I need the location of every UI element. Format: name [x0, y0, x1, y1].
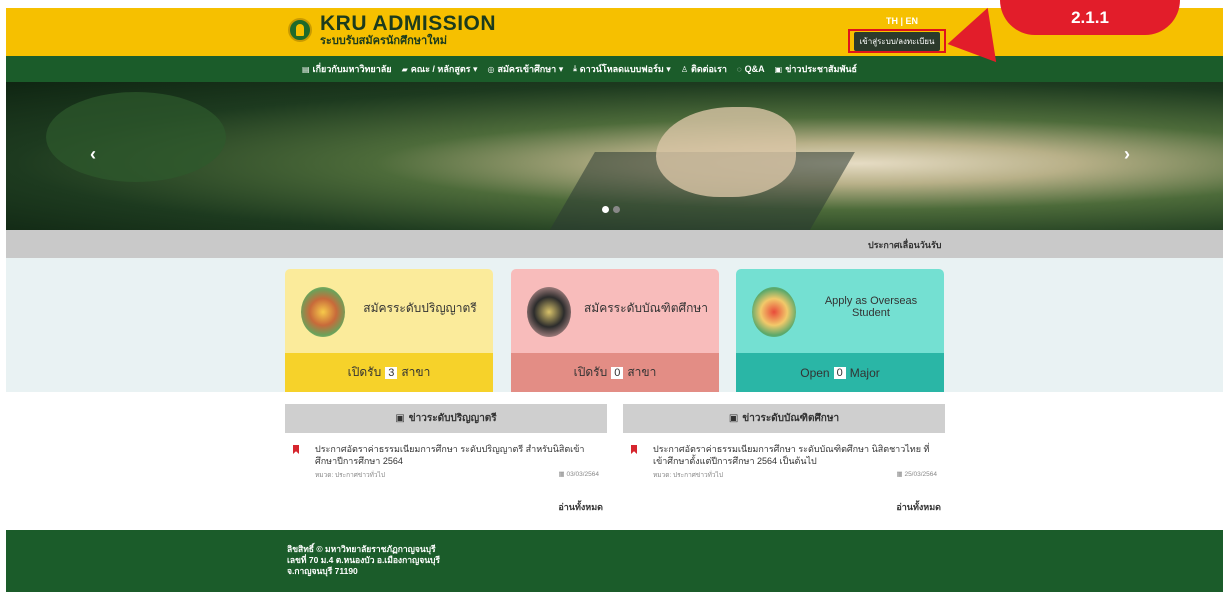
nav-label: ดาวน์โหลดแบบฟอร์ม ▾	[579, 64, 671, 74]
footer-address: ลิขสิทธิ์ © มหาวิทยาลัยราชภัฏกาญจนบุรี เ…	[287, 544, 440, 577]
login-highlight-box: เข้าสู่ระบบ/ลงทะเบียน	[848, 29, 946, 53]
nav-item-about[interactable]: ▤ เกี่ยวกับมหาวิทยาลัย	[302, 62, 392, 76]
news-section: ▣ ข่าวระดับปริญญาตรี ประกาศอัตราค่าธรรมเ…	[6, 392, 1223, 530]
major-count: 3	[385, 366, 398, 379]
card-footer: Open 0 Major	[736, 353, 944, 392]
news-category: หมวด: ประกาศข่าวทั่วไป	[315, 472, 385, 479]
nav-item-faculty[interactable]: ▰ คณะ / หลักสูตร ▾	[402, 62, 478, 76]
page-frame: KRU ADMISSION ระบบรับสมัครนักศึกษาใหม่ T…	[6, 8, 1223, 592]
major-label: Major	[849, 365, 880, 380]
apply-graduate-card[interactable]: สมัครระดับบัณฑิตศึกษา เปิดรับ 0 สาขา	[511, 269, 719, 392]
list-icon: ▤	[301, 64, 310, 74]
news-category: หมวด: ประกาศข่าวทั่วไป	[653, 472, 723, 479]
nav-label: ติดต่อเรา	[690, 64, 727, 74]
brand-title: KRU ADMISSION	[320, 12, 497, 35]
copyright-line: ลิขสิทธิ์ © มหาวิทยาลัยราชภัฏกาญจนบุรี	[287, 544, 436, 554]
carousel-indicators	[602, 206, 620, 213]
nav-item-contact[interactable]: ♙ ติดต่อเรา	[681, 62, 727, 76]
overseas-illustration-icon	[752, 287, 796, 337]
apply-overseas-card[interactable]: Apply as Overseas Student Open 0 Major	[736, 269, 944, 392]
carousel-dot[interactable]	[613, 206, 620, 213]
bookmark-icon	[631, 445, 637, 454]
news-meta: หมวด: ประกาศข่าวทั่วไป ▦ 03/03/2564	[315, 470, 599, 480]
hero-plant-decoration	[46, 92, 226, 182]
open-label: Open	[800, 365, 830, 380]
major-label: สาขา	[627, 365, 657, 379]
carousel-next-icon[interactable]: ›	[1124, 144, 1130, 165]
news-heading-label: ข่าวระดับบัณฑิตศึกษา	[742, 413, 840, 424]
announcement-bar: ประกาศเลื่อนวันรับ	[6, 230, 1223, 258]
news-date: ▦ 25/03/2564	[897, 470, 938, 480]
contact-icon: ♙	[680, 64, 688, 74]
language-switcher[interactable]: TH | EN	[886, 16, 918, 26]
news-column-graduate: ▣ ข่าวระดับบัณฑิตศึกษา ประกาศอัตราค่าธรร…	[623, 404, 945, 512]
news-icon: ▣	[728, 413, 739, 424]
card-header: Apply as Overseas Student	[736, 269, 944, 353]
nav-label: Q&A	[744, 64, 765, 74]
carousel-prev-icon[interactable]: ‹	[90, 144, 96, 165]
card-header: สมัครระดับบัณฑิตศึกษา	[511, 269, 719, 353]
news-item: ประกาศอัตราค่าธรรมเนียมการศึกษา ระดับปริ…	[285, 433, 607, 480]
brand[interactable]: KRU ADMISSION ระบบรับสมัครนักศึกษาใหม่	[288, 13, 496, 47]
open-label: เปิดรับ	[573, 365, 608, 379]
announcement-text[interactable]: ประกาศเลื่อนวันรับ	[868, 238, 942, 252]
footer: ลิขสิทธิ์ © มหาวิทยาลัยราชภัฏกาญจนบุรี เ…	[6, 530, 1223, 592]
bachelor-illustration-icon	[301, 287, 345, 337]
news-title-link[interactable]: ประกาศอัตราค่าธรรมเนียมการศึกษา ระดับบัณ…	[653, 443, 937, 467]
apply-bachelor-card[interactable]: สมัครระดับปริญญาตรี เปิดรับ 3 สาขา	[285, 269, 493, 392]
news-meta: หมวด: ประกาศข่าวทั่วไป ▦ 25/03/2564	[653, 470, 937, 480]
card-footer: เปิดรับ 0 สาขา	[511, 353, 719, 392]
nav-item-qa[interactable]: ◌ Q&A	[737, 64, 765, 74]
download-icon: ⤓	[573, 64, 577, 73]
apply-icon: ◎	[487, 64, 495, 74]
read-all-link[interactable]: อ่านทั้งหมด	[896, 500, 941, 514]
graduate-illustration-icon	[527, 287, 571, 337]
card-header: สมัครระดับปริญญาตรี	[285, 269, 493, 353]
read-all-link[interactable]: อ่านทั้งหมด	[558, 500, 603, 514]
news-date: ▦ 03/03/2564	[559, 470, 600, 480]
annotation-callout: 2.1.1	[1000, 0, 1180, 35]
province-line: จ.กาญจนบุรี 71190	[287, 566, 358, 576]
major-count: 0	[833, 366, 846, 379]
news-heading: ▣ ข่าวระดับบัณฑิตศึกษา	[623, 404, 945, 433]
card-title: Apply as Overseas Student	[824, 295, 918, 319]
news-icon: ▣	[395, 413, 405, 424]
news-item: ประกาศอัตราค่าธรรมเนียมการศึกษา ระดับบัณ…	[623, 433, 945, 480]
university-logo-icon	[288, 18, 312, 42]
news-date-value: 03/03/2564	[566, 471, 599, 478]
qa-icon: ◌	[736, 64, 742, 74]
login-register-button[interactable]: เข้าสู่ระบบ/ลงทะเบียน	[853, 31, 941, 51]
carousel-dot[interactable]	[602, 206, 609, 213]
news-icon: ▣	[774, 64, 783, 74]
nav-item-apply[interactable]: ◎ สมัครเข้าศึกษา ▾	[488, 62, 564, 76]
news-heading-label: ข่าวระดับปริญญาตรี	[408, 413, 497, 424]
card-footer: เปิดรับ 3 สาขา	[285, 353, 493, 392]
card-title: สมัครระดับปริญญาตรี	[363, 301, 477, 315]
nav-item-download[interactable]: ⤓ ดาวน์โหลดแบบฟอร์ม ▾	[573, 62, 671, 76]
brand-subtitle: ระบบรับสมัครนักศึกษาใหม่	[320, 35, 448, 47]
major-label: สาขา	[401, 365, 431, 379]
address-line: เลขที่ 70 ม.4 ต.หนองบัว อ.เมืองกาญจนบุรี	[287, 555, 440, 565]
news-column-bachelor: ▣ ข่าวระดับปริญญาตรี ประกาศอัตราค่าธรรมเ…	[285, 404, 607, 512]
book-icon: ▰	[401, 64, 408, 74]
news-title-link[interactable]: ประกาศอัตราค่าธรรมเนียมการศึกษา ระดับปริ…	[315, 443, 599, 467]
major-count: 0	[611, 366, 624, 379]
nav-label: เกี่ยวกับมหาวิทยาลัย	[312, 64, 392, 74]
hero-hand-decoration	[656, 107, 796, 197]
nav-label: คณะ / หลักสูตร ▾	[410, 64, 478, 74]
news-date-value: 25/03/2564	[904, 471, 937, 478]
bookmark-icon	[293, 445, 299, 454]
nav-label: สมัครเข้าศึกษา ▾	[497, 64, 564, 74]
hero-carousel: ‹ ›	[6, 82, 1223, 230]
news-heading: ▣ ข่าวระดับปริญญาตรี	[285, 404, 607, 433]
nav-item-news[interactable]: ▣ ข่าวประชาสัมพันธ์	[775, 62, 857, 76]
open-label: เปิดรับ	[347, 365, 382, 379]
card-title: สมัครระดับบัณฑิตศึกษา	[583, 301, 709, 315]
nav-label: ข่าวประชาสัมพันธ์	[785, 64, 858, 74]
main-nav: ▤ เกี่ยวกับมหาวิทยาลัย ▰ คณะ / หลักสูตร …	[6, 56, 1223, 82]
